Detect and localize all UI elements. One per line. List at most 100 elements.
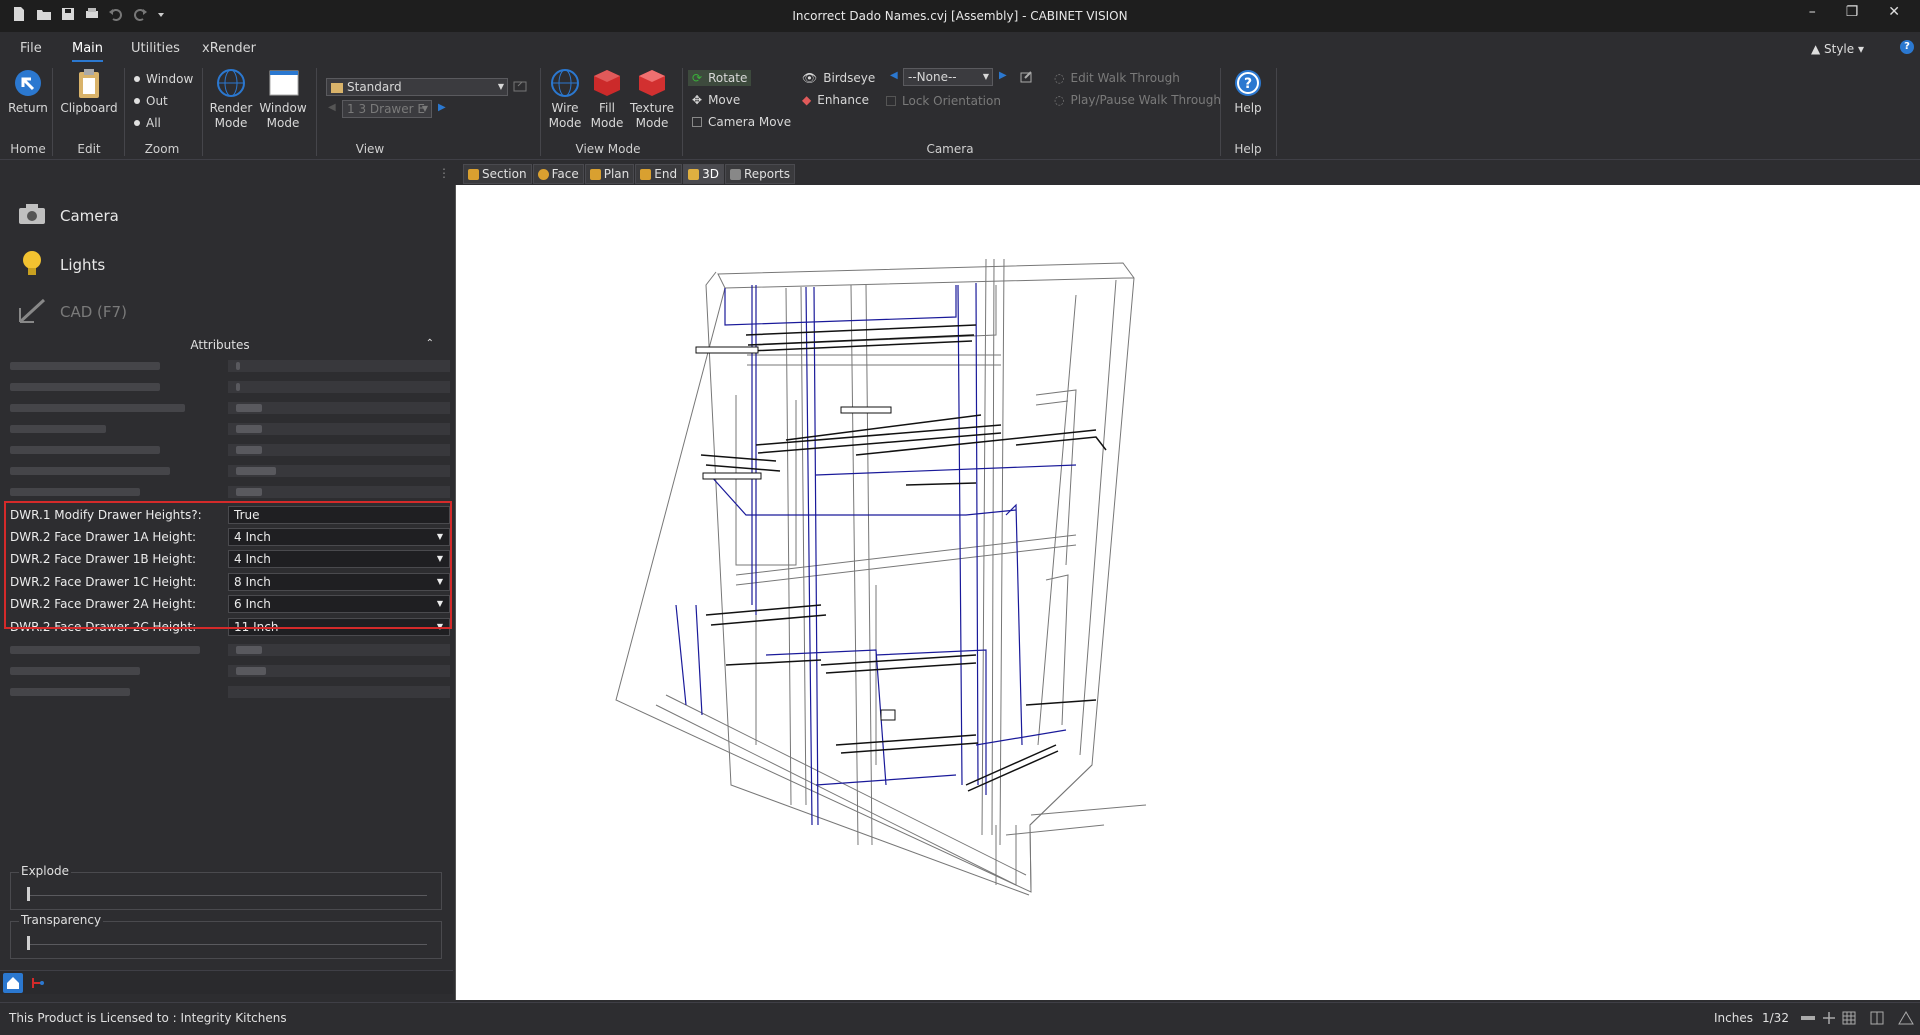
camera-edit-icon[interactable]	[1020, 70, 1034, 84]
blurred-attribute-row	[8, 402, 450, 414]
group-label-view-mode: View Mode	[575, 142, 641, 156]
minimize-button[interactable]: –	[1809, 4, 1816, 20]
lights-panel-item[interactable]: Lights	[16, 248, 105, 282]
fill-mode-button[interactable]: Fill Mode	[588, 68, 626, 131]
tab-xrender[interactable]: xRender	[202, 41, 256, 56]
fill-cube-icon	[592, 68, 622, 98]
ribbon: Return Home Clipboard Edit Window Out Al…	[0, 62, 1920, 160]
camera-icon	[16, 202, 48, 230]
view-tabs: Section Face Plan End 3D Reports	[463, 164, 795, 184]
3d-viewport[interactable]	[455, 185, 1920, 1000]
tab-3d[interactable]: 3D	[683, 164, 724, 184]
enhance-button[interactable]: ◆ Enhance	[802, 93, 869, 107]
precision-indicator[interactable]: 1/32	[1762, 1011, 1789, 1025]
edit-walk-through-button[interactable]: ◌ Edit Walk Through	[1054, 71, 1180, 85]
tab-main[interactable]: Main	[72, 41, 104, 62]
tab-end[interactable]: End	[635, 164, 683, 184]
group-label-view: View	[355, 142, 385, 156]
next-camera-icon[interactable]: ▶	[999, 70, 1007, 81]
transparency-slider-track[interactable]	[29, 944, 427, 945]
tab-reports[interactable]: Reports	[724, 164, 795, 184]
checkbox-icon	[886, 96, 896, 106]
next-view-icon[interactable]: ▶	[438, 102, 446, 113]
tab-face[interactable]: Face	[532, 164, 584, 184]
reports-icon	[729, 168, 741, 180]
plan-icon	[589, 168, 601, 180]
license-text: This Product is Licensed to : Integrity …	[9, 1011, 287, 1025]
wire-mode-button[interactable]: Wire Mode	[546, 68, 584, 131]
view-style-select[interactable]: Standard ▼	[326, 78, 508, 96]
tab-plan[interactable]: Plan	[584, 164, 635, 184]
return-button[interactable]: Return	[8, 68, 48, 116]
home-icon[interactable]	[3, 973, 23, 993]
attributes-toggle-icon[interactable]	[30, 975, 46, 991]
move-button[interactable]: ✥ Move	[692, 93, 740, 107]
status-bar: This Product is Licensed to : Integrity …	[0, 1002, 1920, 1035]
camera-panel-item[interactable]: Camera	[16, 202, 119, 230]
window-mode-button[interactable]: Window Mode	[258, 68, 308, 131]
triangle-icon[interactable]	[1898, 1011, 1914, 1025]
birdseye-button[interactable]: 👁 Birdseye	[802, 71, 875, 85]
attributes-header[interactable]: Attributes ⌃	[0, 338, 440, 356]
zoom-out-button[interactable]: Out	[134, 94, 168, 108]
svg-text:?: ?	[1244, 76, 1252, 92]
rotate-button[interactable]: ⟳ Rotate	[688, 70, 752, 86]
render-mode-button[interactable]: Render Mode	[208, 68, 254, 131]
explode-slider-track[interactable]	[29, 895, 427, 896]
play-walk-through-button[interactable]: ◌ Play/Pause Walk Through	[1054, 93, 1221, 107]
group-label-zoom: Zoom	[144, 142, 180, 156]
help-icon[interactable]: ?	[1900, 40, 1914, 54]
restore-button[interactable]: ❐	[1846, 4, 1859, 20]
blurred-attribute-row	[8, 444, 450, 456]
walk-play-icon: ◌	[1054, 93, 1065, 107]
units-indicator[interactable]: Inches	[1714, 1011, 1753, 1025]
end-icon	[640, 168, 652, 180]
snap-icon[interactable]	[1800, 1011, 1815, 1025]
cad-panel-item[interactable]: CAD (F7)	[16, 296, 127, 328]
tab-file[interactable]: File	[20, 41, 42, 56]
view-drawer-select[interactable]: 1 3 Drawer E ▼	[342, 100, 432, 118]
blurred-attribute-row	[8, 665, 450, 677]
cad-ruler-icon	[16, 296, 48, 328]
camera-move-checkbox[interactable]: Camera Move	[692, 115, 791, 129]
blurred-attribute-row	[8, 686, 450, 698]
explode-slider-thumb[interactable]	[27, 887, 30, 901]
left-panel: ⋮ Camera Lights CAD (F7) Attributes ⌃ DW…	[0, 160, 453, 995]
lock-orientation-checkbox[interactable]: Lock Orientation	[886, 94, 1001, 108]
texture-mode-button[interactable]: Texture Mode	[628, 68, 676, 131]
cabinet-wireframe	[615, 258, 1147, 896]
group-label-edit: Edit	[77, 142, 101, 156]
camera-preset-select[interactable]: --None-- ▼	[903, 68, 993, 86]
3d-cube-icon	[688, 168, 700, 180]
group-label-home: Home	[10, 142, 46, 156]
prev-view-icon[interactable]: ◀	[328, 102, 336, 113]
crosshair-icon[interactable]	[1822, 1011, 1836, 1025]
prev-camera-icon[interactable]: ◀	[890, 70, 898, 81]
help-circle-icon: ?	[1233, 68, 1263, 98]
tab-section[interactable]: Section	[463, 164, 532, 184]
transparency-slider-group: Transparency	[10, 913, 442, 959]
zoom-window-button[interactable]: Window	[134, 72, 193, 86]
transparency-slider-thumb[interactable]	[27, 936, 30, 950]
grid-icon[interactable]	[1842, 1011, 1856, 1025]
zoom-all-button[interactable]: All	[134, 116, 161, 130]
render-globe-icon	[216, 68, 246, 98]
window-title: Incorrect Dado Names.cvj [Assembly] - CA…	[792, 9, 1128, 23]
clipboard-button[interactable]: Clipboard	[60, 68, 118, 116]
close-button[interactable]: ✕	[1888, 4, 1900, 20]
split-view-icon[interactable]	[1870, 1011, 1884, 1025]
help-button[interactable]: ? Help	[1228, 68, 1268, 116]
style-icon	[331, 82, 343, 93]
collapse-icon[interactable]: ⌃	[426, 338, 434, 349]
tab-utilities[interactable]: Utilities	[131, 41, 180, 56]
lightbulb-icon	[16, 248, 48, 282]
face-icon	[537, 168, 549, 180]
texture-cube-icon	[637, 68, 667, 98]
style-button[interactable]: ▲ Style ▾	[1811, 42, 1864, 56]
walk-edit-icon: ◌	[1054, 71, 1065, 85]
style-edit-icon[interactable]	[512, 78, 528, 94]
clipboard-icon	[74, 68, 104, 98]
explode-slider-group: Explode	[10, 864, 442, 910]
panel-grip-icon[interactable]: ⋮	[438, 166, 450, 180]
panel-footer	[0, 970, 453, 994]
